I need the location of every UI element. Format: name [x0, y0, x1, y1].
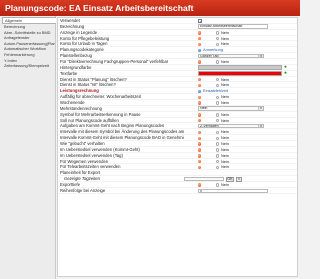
color-picker-icon[interactable]: ● [284, 65, 287, 70]
radio-yes[interactable] [198, 130, 202, 135]
radio-no-label: Nein [221, 29, 230, 35]
radio-no[interactable] [216, 148, 220, 152]
radio-yes[interactable] [198, 160, 202, 164]
radio-no-label: Nein [221, 135, 230, 141]
text-input[interactable]: 0 [198, 188, 268, 193]
remove-button[interactable]: × [236, 176, 242, 182]
select-dropdown[interactable]: Nein ▾ [198, 106, 264, 111]
radio-no[interactable] [216, 101, 220, 105]
radio-yes[interactable] [198, 83, 202, 88]
ok-button[interactable]: OK [226, 176, 234, 182]
sidebar-item-zeiterfassung-stempelzeit[interactable]: Zeiterfassung/Stempelzeit [0, 63, 55, 69]
radio-no-label: Nein [221, 152, 230, 158]
radio-no[interactable] [216, 119, 220, 123]
link[interactable]: Anmerkung [203, 47, 223, 53]
radio-no-label: Nein [221, 41, 230, 47]
radio-no[interactable] [216, 42, 220, 47]
radio-no-label: Nein [221, 59, 230, 65]
radio-no[interactable] [216, 113, 220, 117]
sidebar: Allgemein Berechnung Abre.-Schnittstelle z… [0, 16, 56, 279]
radio-no[interactable] [216, 142, 220, 146]
radio-no[interactable] [216, 136, 220, 140]
info-icon [198, 48, 202, 53]
radio-no-label: Nein [221, 158, 230, 164]
chevron-down-icon: ▾ [258, 125, 263, 128]
radio-yes[interactable] [198, 60, 202, 64]
radio-no[interactable] [216, 154, 220, 158]
page-header: Planungscode: EA Einsatz Arbeitsbereitsc… [0, 0, 300, 16]
select-value: Ganzer Tag [200, 53, 219, 58]
form-panel: Verwendet ✓ Bezeichnung Einsatz Arbeitsbere… [57, 17, 298, 277]
sidebar-item-allgemein[interactable]: Allgemein [2, 17, 56, 24]
radio-yes[interactable] [198, 119, 202, 123]
color-swatch[interactable] [198, 65, 282, 70]
radio-no[interactable] [216, 183, 220, 187]
radio-no[interactable] [216, 36, 220, 41]
radio-yes[interactable] [198, 148, 202, 152]
radio-no-label: Nein [221, 82, 230, 88]
radio-yes[interactable] [198, 95, 202, 99]
radio-no[interactable] [216, 130, 220, 135]
radio-yes[interactable] [198, 113, 202, 117]
radio-no[interactable] [216, 160, 220, 164]
select-dropdown[interactable]: Ganzer Tag ▾ [198, 53, 264, 59]
radio-no-label: Nein [221, 129, 230, 135]
text-input[interactable]: Einsatz Arbeitsbereitschaft [198, 24, 268, 29]
radio-no[interactable] [216, 31, 220, 35]
link[interactable]: Einsatzfehlzeit [203, 88, 228, 94]
radio-yes[interactable] [198, 101, 202, 105]
time-select[interactable] [184, 176, 224, 182]
radio-no-label: Nein [221, 117, 230, 123]
field-label: Reihenfolge bei Anzeige [60, 187, 106, 193]
chevron-down-icon: ▾ [258, 107, 263, 110]
color-picker-icon[interactable]: ● [284, 71, 287, 76]
radio-no-label: Nein [221, 164, 230, 170]
radio-no[interactable] [216, 77, 220, 82]
radio-no-label: Nein [221, 146, 230, 152]
radio-no-label: Nein [221, 35, 230, 41]
radio-no-label: Nein [221, 94, 230, 100]
radio-no-label: Nein [221, 76, 230, 82]
radio-yes[interactable] [198, 42, 202, 47]
radio-yes[interactable] [198, 154, 202, 158]
radio-no[interactable] [216, 60, 220, 64]
radio-no-label: Nein [221, 100, 230, 106]
radio-yes[interactable] [198, 136, 202, 140]
radio-yes[interactable] [198, 36, 202, 41]
chevron-down-icon: ▾ [258, 54, 263, 58]
radio-yes[interactable] [198, 142, 202, 146]
radio-no[interactable] [216, 165, 220, 170]
radio-no[interactable] [216, 95, 220, 99]
info-icon [198, 89, 202, 94]
page-title: Planungscode: EA Einsatz Arbeitsbereitsc… [5, 3, 194, 13]
radio-no-label: Nein [221, 111, 230, 117]
select-value: Nein [200, 106, 208, 111]
select-value: Z-Verhalten [200, 124, 219, 129]
select-dropdown[interactable]: Z-Verhalten ▾ [198, 124, 264, 129]
radio-yes[interactable] [198, 31, 202, 35]
radio-yes[interactable] [198, 165, 202, 170]
radio-yes[interactable] [198, 183, 202, 187]
enabled-checkbox[interactable]: ✓ [198, 18, 202, 23]
form-row: Reihenfolge bei Anzeige 0 [58, 188, 297, 194]
radio-no[interactable] [216, 83, 220, 88]
radio-no-label: Nein [221, 182, 230, 188]
color-swatch[interactable] [198, 71, 282, 76]
field-value: 0 [198, 188, 293, 194]
radio-yes[interactable] [198, 77, 202, 82]
radio-no-label: Nein [221, 141, 230, 147]
